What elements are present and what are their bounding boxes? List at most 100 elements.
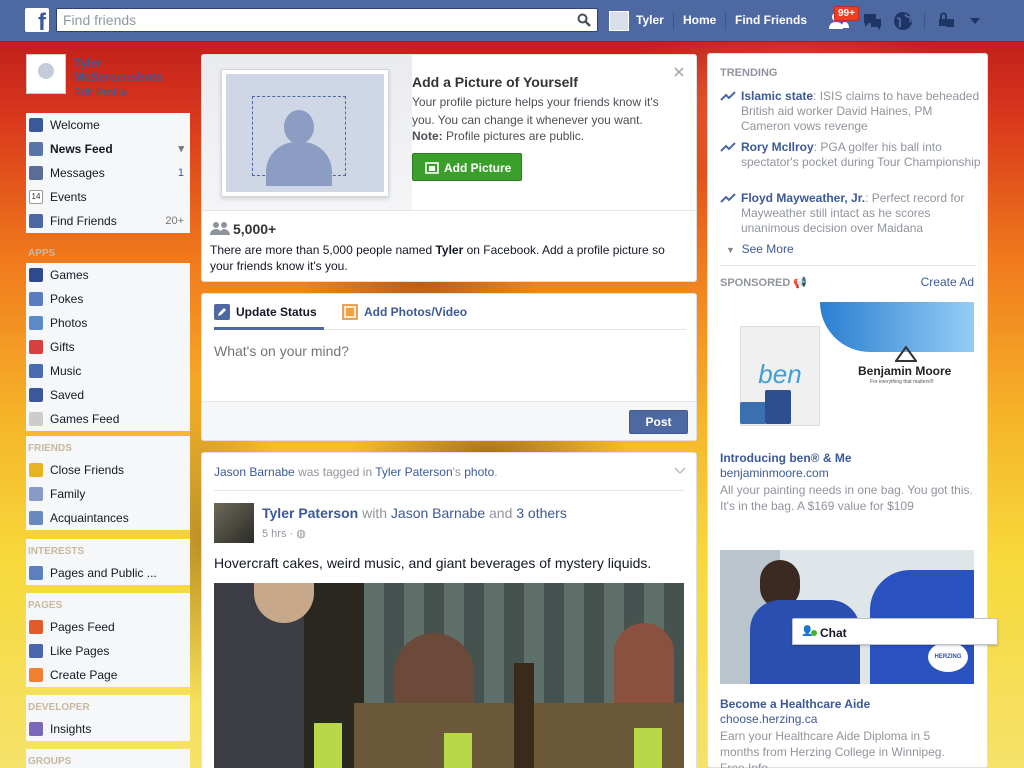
divider bbox=[924, 12, 925, 30]
settings-dropdown-icon[interactable] bbox=[964, 10, 986, 32]
facebook-logo[interactable]: f bbox=[25, 8, 49, 32]
sidebar-item-pages-public[interactable]: Pages and Public ... bbox=[26, 561, 190, 585]
messages-icon[interactable] bbox=[861, 10, 883, 32]
profile-name[interactable]: Tyler McScreenshots bbox=[74, 56, 184, 84]
sidebar-item-welcome[interactable]: Welcome bbox=[26, 113, 190, 137]
see-more-link[interactable]: ▼ See More bbox=[726, 242, 794, 256]
sidebar-item-close-friends[interactable]: Close Friends bbox=[26, 458, 190, 482]
sidebar-item-pages-feed[interactable]: Pages Feed bbox=[26, 615, 190, 639]
search-icon[interactable] bbox=[577, 13, 591, 27]
ad-image-benjamin-moore[interactable]: ben Benjamin Moore For everything that m… bbox=[720, 302, 974, 432]
sidebar-developer-section: Insights bbox=[26, 717, 190, 741]
trending-topic[interactable]: Rory McIlroy bbox=[741, 140, 814, 154]
acquaintances-icon bbox=[29, 511, 43, 525]
apps-header[interactable]: APPS bbox=[26, 241, 190, 263]
thumbs-up-icon bbox=[29, 644, 43, 658]
add-picture-title: Add a Picture of Yourself bbox=[412, 74, 578, 90]
calendar-icon: 14 bbox=[29, 190, 43, 204]
pages-header[interactable]: PAGES bbox=[26, 593, 190, 615]
sidebar-item-label: Messages bbox=[50, 166, 105, 180]
sidebar-item-label: Insights bbox=[50, 722, 92, 736]
tab-add-photos[interactable]: Add Photos/Video bbox=[364, 305, 467, 319]
trending-topic[interactable]: Islamic state bbox=[741, 89, 813, 103]
text-fragment: and bbox=[485, 505, 517, 521]
profile-link[interactable]: Tyler bbox=[636, 13, 664, 27]
developer-header[interactable]: DEVELOPER bbox=[26, 695, 190, 717]
story-timestamp[interactable]: 5 hrs · ◍ bbox=[262, 527, 306, 540]
add-picture-note: Note: Profile pictures are public. bbox=[412, 129, 584, 143]
tab-update-status[interactable]: Update Status bbox=[236, 305, 317, 319]
close-icon[interactable] bbox=[674, 67, 684, 77]
ad-title[interactable]: Become a Healthcare Aide bbox=[720, 697, 870, 711]
privacy-globe-icon[interactable]: ◍ bbox=[296, 528, 306, 540]
sidebar-item-events[interactable]: 14 Events bbox=[26, 185, 190, 209]
sidebar-item-like-pages[interactable]: Like Pages bbox=[26, 639, 190, 663]
sidebar-item-photos[interactable]: Photos bbox=[26, 311, 190, 335]
sidebar-item-acquaintances[interactable]: Acquaintances bbox=[26, 506, 190, 530]
others-link[interactable]: 3 others bbox=[516, 505, 567, 521]
people-count: 5,000+ bbox=[233, 221, 277, 237]
globe-icon[interactable] bbox=[892, 10, 914, 32]
photo-link[interactable]: photo bbox=[464, 465, 494, 479]
trending-item[interactable]: Floyd Mayweather, Jr.: Perfect record fo… bbox=[720, 191, 982, 236]
chevron-down-icon[interactable]: ▾ bbox=[178, 137, 184, 161]
sidebar-item-create-page[interactable]: Create Page bbox=[26, 663, 190, 687]
sidebar-item-pokes[interactable]: Pokes bbox=[26, 287, 190, 311]
sidebar-profile[interactable]: Tyler McScreenshots Edit Profile bbox=[26, 50, 190, 106]
status-composer: Update Status Add Photos/Video Post bbox=[201, 293, 697, 441]
avatar[interactable] bbox=[26, 54, 66, 94]
sponsored-header: SPONSORED 📢 bbox=[720, 276, 807, 289]
add-picture-body: Your profile picture helps your friends … bbox=[412, 95, 659, 127]
sidebar-item-insights[interactable]: Insights bbox=[26, 717, 190, 741]
create-ad-link[interactable]: Create Ad bbox=[921, 275, 974, 289]
people-named-text: There are more than 5,000 people named T… bbox=[210, 242, 680, 274]
owner-link[interactable]: Tyler Paterson bbox=[375, 465, 452, 479]
chat-label[interactable]: Chat bbox=[820, 626, 847, 640]
privacy-lock-icon[interactable] bbox=[936, 10, 958, 32]
divider bbox=[725, 12, 726, 30]
ad-title[interactable]: Introducing ben® & Me bbox=[720, 451, 852, 465]
sidebar-item-games[interactable]: Games bbox=[26, 263, 190, 287]
sidebar-item-games-feed[interactable]: Games Feed bbox=[26, 407, 190, 431]
sidebar-item-music[interactable]: Music bbox=[26, 359, 190, 383]
sidebar-item-messages[interactable]: Messages 1 bbox=[26, 161, 190, 185]
ad-url[interactable]: benjaminmoore.com bbox=[720, 466, 829, 480]
search-input[interactable] bbox=[57, 9, 557, 31]
sidebar-item-find-friends[interactable]: Find Friends 20+ bbox=[26, 209, 190, 233]
interests-header[interactable]: INTERESTS bbox=[26, 539, 190, 561]
chat-bar[interactable]: 👤 Chat bbox=[792, 618, 998, 645]
sidebar-item-saved[interactable]: Saved bbox=[26, 383, 190, 407]
status-input[interactable] bbox=[214, 338, 684, 364]
avatar[interactable] bbox=[214, 503, 254, 543]
tagged-link[interactable]: Jason Barnabe bbox=[391, 505, 485, 521]
author-link[interactable]: Tyler Paterson bbox=[262, 505, 358, 521]
trending-item[interactable]: Rory McIlroy: PGA golfer his ball into s… bbox=[720, 140, 982, 170]
ad-url[interactable]: choose.herzing.ca bbox=[720, 712, 817, 726]
sidebar-item-family[interactable]: Family bbox=[26, 482, 190, 506]
photo-frame[interactable] bbox=[221, 69, 389, 197]
ad-tagline: For everything that matters® bbox=[870, 379, 934, 385]
trending-topic[interactable]: Floyd Mayweather, Jr. bbox=[741, 191, 865, 205]
post-button[interactable]: Post bbox=[629, 410, 688, 434]
avatar[interactable] bbox=[609, 11, 629, 31]
camera-icon bbox=[425, 162, 439, 174]
timestamp[interactable]: 5 hrs bbox=[262, 528, 286, 540]
sidebar-item-label: Photos bbox=[50, 316, 88, 330]
sidebar-item-gifts[interactable]: Gifts bbox=[26, 335, 190, 359]
sidebar-item-news-feed[interactable]: News Feed ▾ bbox=[26, 137, 190, 161]
sidebar-item-label: Acquaintances bbox=[50, 511, 129, 525]
trending-item[interactable]: Islamic state: ISIS claims to have behea… bbox=[720, 89, 982, 134]
star-icon bbox=[29, 463, 43, 477]
friends-header[interactable]: FRIENDS bbox=[26, 436, 190, 458]
add-picture-button[interactable]: Add Picture bbox=[412, 153, 522, 181]
ad-brand: Benjamin Moore bbox=[858, 364, 952, 378]
actor-link[interactable]: Jason Barnabe bbox=[214, 465, 295, 479]
ad-image-herzing[interactable]: HERZING bbox=[720, 550, 974, 684]
chevron-down-icon[interactable] bbox=[674, 467, 686, 475]
home-link[interactable]: Home bbox=[683, 13, 716, 27]
find-friends-link[interactable]: Find Friends bbox=[735, 13, 807, 27]
story-photo[interactable] bbox=[214, 583, 684, 768]
sidebar-item-label: Saved bbox=[50, 388, 85, 402]
groups-header[interactable]: GROUPS bbox=[26, 749, 190, 768]
edit-profile-link[interactable]: Edit Profile bbox=[74, 87, 127, 99]
